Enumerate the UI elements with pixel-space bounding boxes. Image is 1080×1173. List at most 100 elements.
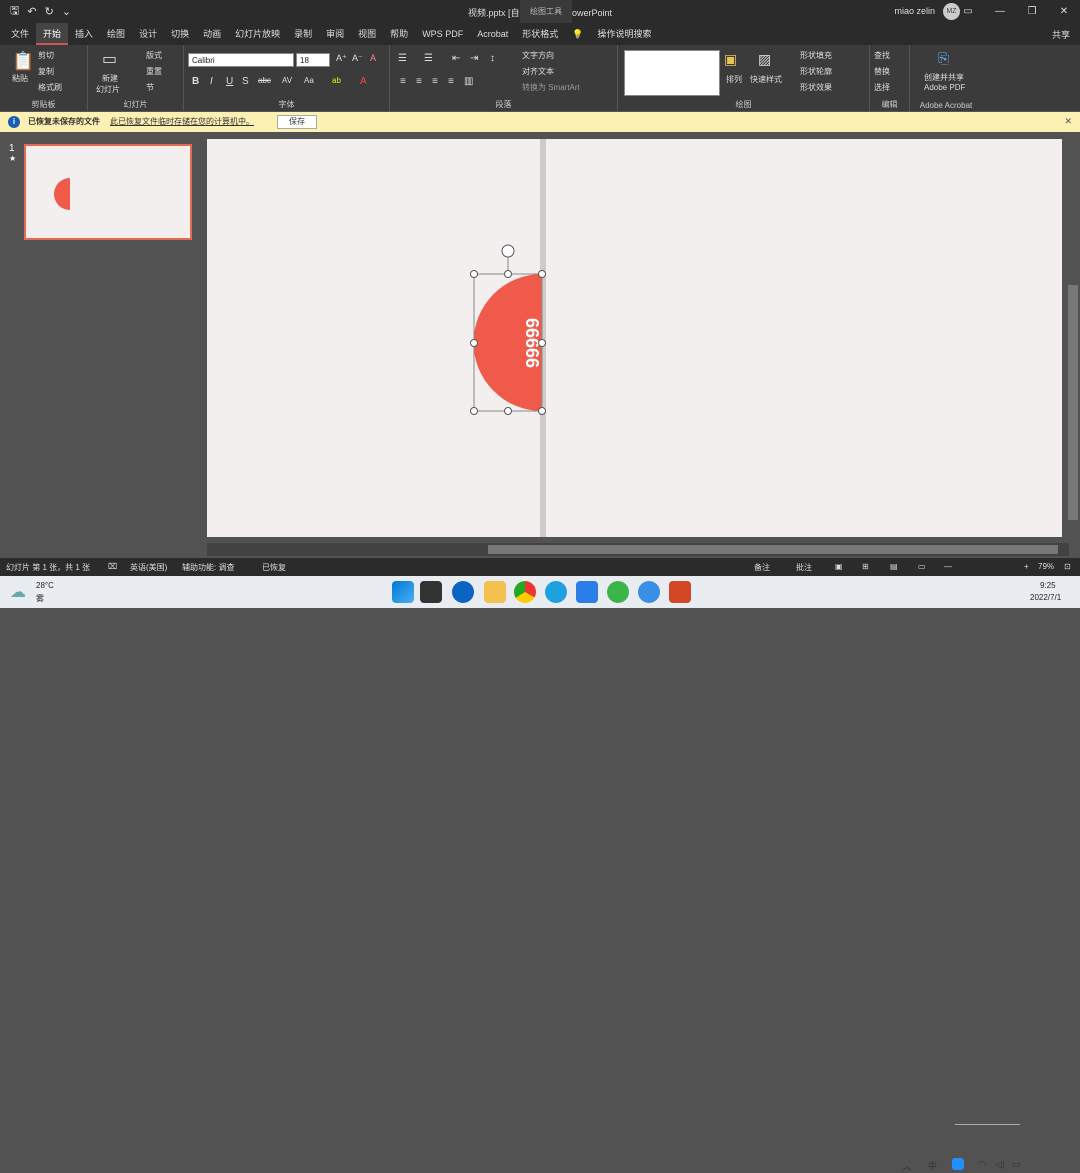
- align-left-icon[interactable]: ≡: [400, 76, 406, 87]
- horizontal-scroll-thumb[interactable]: [488, 545, 1058, 554]
- wechat-icon[interactable]: [607, 581, 629, 603]
- reset-button[interactable]: 重置: [146, 66, 162, 77]
- resize-handle[interactable]: [538, 339, 546, 347]
- battery-icon[interactable]: ▭: [1012, 1159, 1021, 1170]
- zoom-slider[interactable]: [955, 1124, 1020, 1125]
- normal-view-icon[interactable]: ▣: [835, 562, 843, 571]
- highlight-icon[interactable]: ab: [332, 76, 341, 85]
- rotate-handle-icon[interactable]: [501, 244, 515, 258]
- font-size-select[interactable]: 18: [296, 53, 330, 67]
- resize-handle[interactable]: [504, 270, 512, 278]
- grow-font-icon[interactable]: A⁺: [336, 53, 347, 64]
- shadow-icon[interactable]: S: [242, 76, 249, 87]
- weather-description[interactable]: 雾: [36, 593, 44, 604]
- text-direction-button[interactable]: 文字方向: [522, 50, 554, 61]
- spellcheck-icon[interactable]: ⌧: [108, 562, 117, 571]
- shapes-gallery[interactable]: [624, 50, 720, 96]
- app-tray-icon[interactable]: [952, 1158, 964, 1170]
- resize-handle[interactable]: [470, 407, 478, 415]
- italic-icon[interactable]: I: [210, 76, 213, 87]
- underline-icon[interactable]: U: [226, 76, 233, 87]
- input-icon[interactable]: 中: [928, 1159, 937, 1172]
- char-spacing-icon[interactable]: AV: [282, 76, 292, 85]
- columns-icon[interactable]: ▥: [464, 76, 473, 87]
- zoom-in-icon[interactable]: +: [1024, 562, 1029, 571]
- new-slide-button[interactable]: 新建: [102, 73, 118, 84]
- tab-insert[interactable]: 插入: [68, 23, 100, 45]
- font-name-select[interactable]: Calibri: [188, 53, 294, 67]
- start-icon[interactable]: [392, 581, 414, 603]
- tab-design[interactable]: 设计: [132, 23, 164, 45]
- weather-temperature[interactable]: 28°C: [36, 581, 54, 590]
- slide-sorter-icon[interactable]: ⊞: [862, 562, 869, 571]
- notes-button[interactable]: 备注: [754, 562, 770, 573]
- comments-button[interactable]: 批注: [796, 562, 812, 573]
- font-color-icon[interactable]: A: [360, 76, 367, 87]
- app-icon[interactable]: [452, 581, 474, 603]
- wifi-icon[interactable]: ◠: [978, 1159, 986, 1170]
- chevron-up-icon[interactable]: ︿: [902, 1158, 912, 1173]
- tab-acrobat[interactable]: Acrobat: [470, 23, 515, 45]
- format-painter-button[interactable]: 格式刷: [38, 82, 62, 93]
- justify-icon[interactable]: ≡: [448, 76, 454, 87]
- weather-icon[interactable]: ☁: [10, 582, 30, 601]
- section-button[interactable]: 节: [146, 82, 154, 93]
- close-icon[interactable]: ✕: [1048, 0, 1080, 23]
- tab-slideshow[interactable]: 幻灯片放映: [228, 23, 287, 45]
- resize-handle[interactable]: [504, 407, 512, 415]
- clear-format-icon[interactable]: A: [370, 53, 376, 63]
- volume-icon[interactable]: ◁): [995, 1159, 1005, 1170]
- tab-shape-format[interactable]: 形状格式: [515, 23, 565, 45]
- quick-styles-icon[interactable]: ▨: [758, 51, 771, 68]
- copy-button[interactable]: 复制: [38, 66, 54, 77]
- resize-handle[interactable]: [470, 339, 478, 347]
- save-button[interactable]: 保存: [277, 115, 317, 129]
- resize-handle[interactable]: [470, 270, 478, 278]
- tab-file[interactable]: 文件: [4, 23, 36, 45]
- language-status[interactable]: 英语(美国): [130, 562, 167, 573]
- select-button[interactable]: 选择: [874, 82, 890, 93]
- indent-decrease-icon[interactable]: ⇤: [452, 53, 460, 64]
- fit-slide-icon[interactable]: ⊡: [1064, 562, 1071, 571]
- replace-button[interactable]: 替换: [874, 66, 890, 77]
- tab-help[interactable]: 帮助: [383, 23, 415, 45]
- tab-record[interactable]: 录制: [287, 23, 319, 45]
- slideshow-icon[interactable]: ▭: [918, 562, 926, 571]
- shape-fill-button[interactable]: 形状填充: [800, 50, 832, 61]
- clock-time[interactable]: 9:25: [1040, 581, 1056, 590]
- tab-wps-pdf[interactable]: WPS PDF: [415, 23, 470, 45]
- align-right-icon[interactable]: ≡: [432, 76, 438, 87]
- bullets-icon[interactable]: ☰: [398, 53, 407, 64]
- customize-qat-icon[interactable]: ⌄: [62, 5, 71, 18]
- layout-button[interactable]: 版式: [146, 50, 162, 61]
- strikethrough-icon[interactable]: abc: [258, 76, 271, 85]
- resize-handle[interactable]: [538, 407, 546, 415]
- quick-styles-button[interactable]: 快速样式: [750, 74, 782, 85]
- arrange-icon[interactable]: ▣: [724, 51, 737, 68]
- share-button[interactable]: 共享: [1052, 28, 1070, 41]
- redo-icon[interactable]: ↻: [45, 5, 54, 18]
- align-text-button[interactable]: 对齐文本: [522, 66, 554, 77]
- tab-view[interactable]: 视图: [351, 23, 383, 45]
- convert-smartart-button[interactable]: 转换为 SmartArt: [522, 82, 580, 93]
- tab-review[interactable]: 审阅: [319, 23, 351, 45]
- minimize-icon[interactable]: —: [984, 0, 1016, 23]
- line-spacing-icon[interactable]: ↕: [490, 53, 495, 64]
- tab-draw[interactable]: 绘图: [100, 23, 132, 45]
- paste-icon[interactable]: 📋: [12, 51, 34, 72]
- cut-button[interactable]: 剪切: [38, 50, 54, 61]
- create-pdf-icon[interactable]: ⎘: [938, 50, 949, 67]
- maximize-icon[interactable]: ❐: [1016, 0, 1048, 23]
- accessibility-status[interactable]: 辅助功能: 调查: [182, 562, 234, 573]
- edge-icon[interactable]: [545, 581, 567, 603]
- find-button[interactable]: 查找: [874, 50, 890, 61]
- resize-handle[interactable]: [538, 270, 546, 278]
- clock-date[interactable]: 2022/7/1: [1030, 593, 1061, 602]
- slide-canvas[interactable]: 66666: [207, 139, 1062, 537]
- vertical-scroll-thumb[interactable]: [1068, 285, 1078, 520]
- user-name[interactable]: miao zelin: [894, 6, 935, 16]
- undo-icon[interactable]: ↶: [27, 5, 36, 18]
- tab-home[interactable]: 开始: [36, 23, 69, 45]
- shrink-font-icon[interactable]: A⁻: [352, 53, 363, 64]
- align-center-icon[interactable]: ≡: [416, 76, 422, 87]
